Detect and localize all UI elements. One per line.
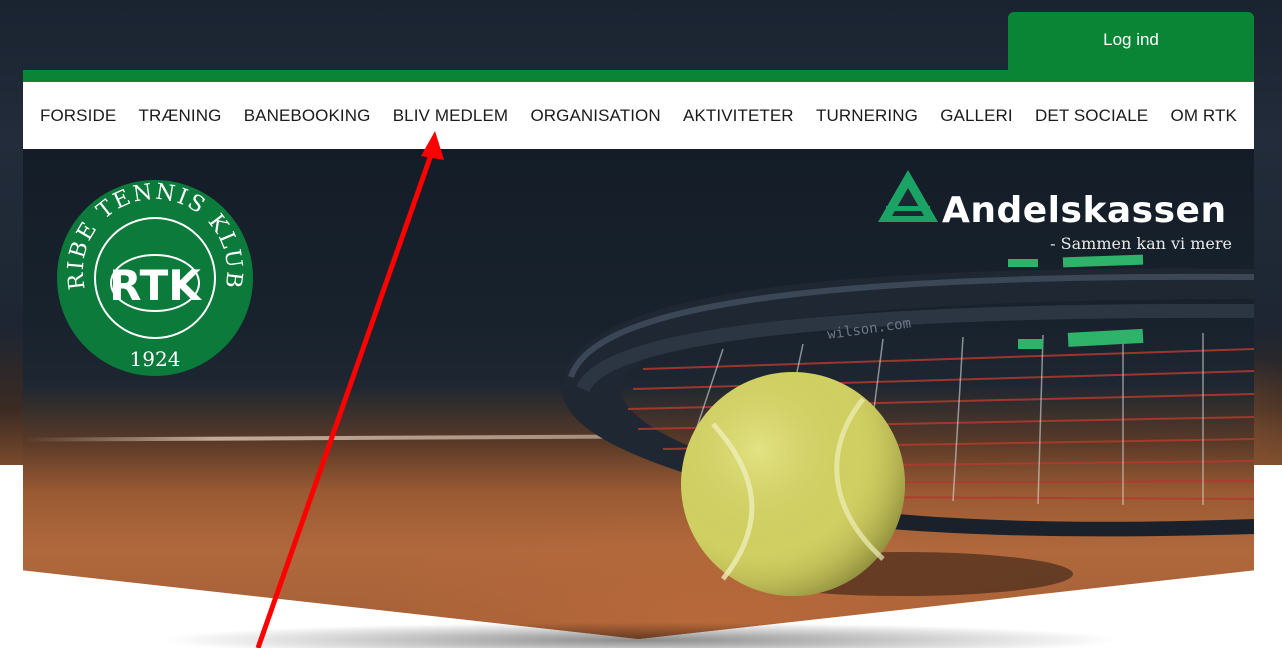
login-label: Log ind xyxy=(1103,30,1159,49)
nav-item-om-rtk[interactable]: OM RTK xyxy=(1171,106,1237,126)
nav-item-galleri[interactable]: GALLERI xyxy=(940,106,1013,126)
nav-top-strip xyxy=(23,70,1254,82)
triangle-a-logo-icon xyxy=(878,170,938,222)
logo-year: 1924 xyxy=(130,347,181,371)
nav-item-det-sociale[interactable]: DET SOCIALE xyxy=(1035,106,1148,126)
sponsor-block[interactable]: Andelskassen - Sammen kan vi mere xyxy=(872,168,1232,258)
main-nav: FORSIDE TRÆNING BANEBOOKING BLIV MEDLEM … xyxy=(23,82,1254,149)
hero-shadow xyxy=(40,615,1240,648)
club-logo[interactable]: RIBE TENNIS KLUB RTK 1924 xyxy=(55,178,255,378)
nav-item-aktiviteter[interactable]: AKTIVITETER xyxy=(683,106,794,126)
logo-initials: RTK xyxy=(109,261,202,310)
nav-item-forside[interactable]: FORSIDE xyxy=(40,106,116,126)
nav-item-turnering[interactable]: TURNERING xyxy=(816,106,918,126)
nav-item-organisation[interactable]: ORGANISATION xyxy=(530,106,660,126)
nav-item-bliv-medlem[interactable]: BLIV MEDLEM xyxy=(393,106,508,126)
nav-item-traening[interactable]: TRÆNING xyxy=(139,106,222,126)
nav-item-banebooking[interactable]: BANEBOOKING xyxy=(244,106,371,126)
sponsor-name: Andelskassen xyxy=(942,190,1227,231)
sponsor-tagline: - Sammen kan vi mere xyxy=(1050,234,1232,253)
